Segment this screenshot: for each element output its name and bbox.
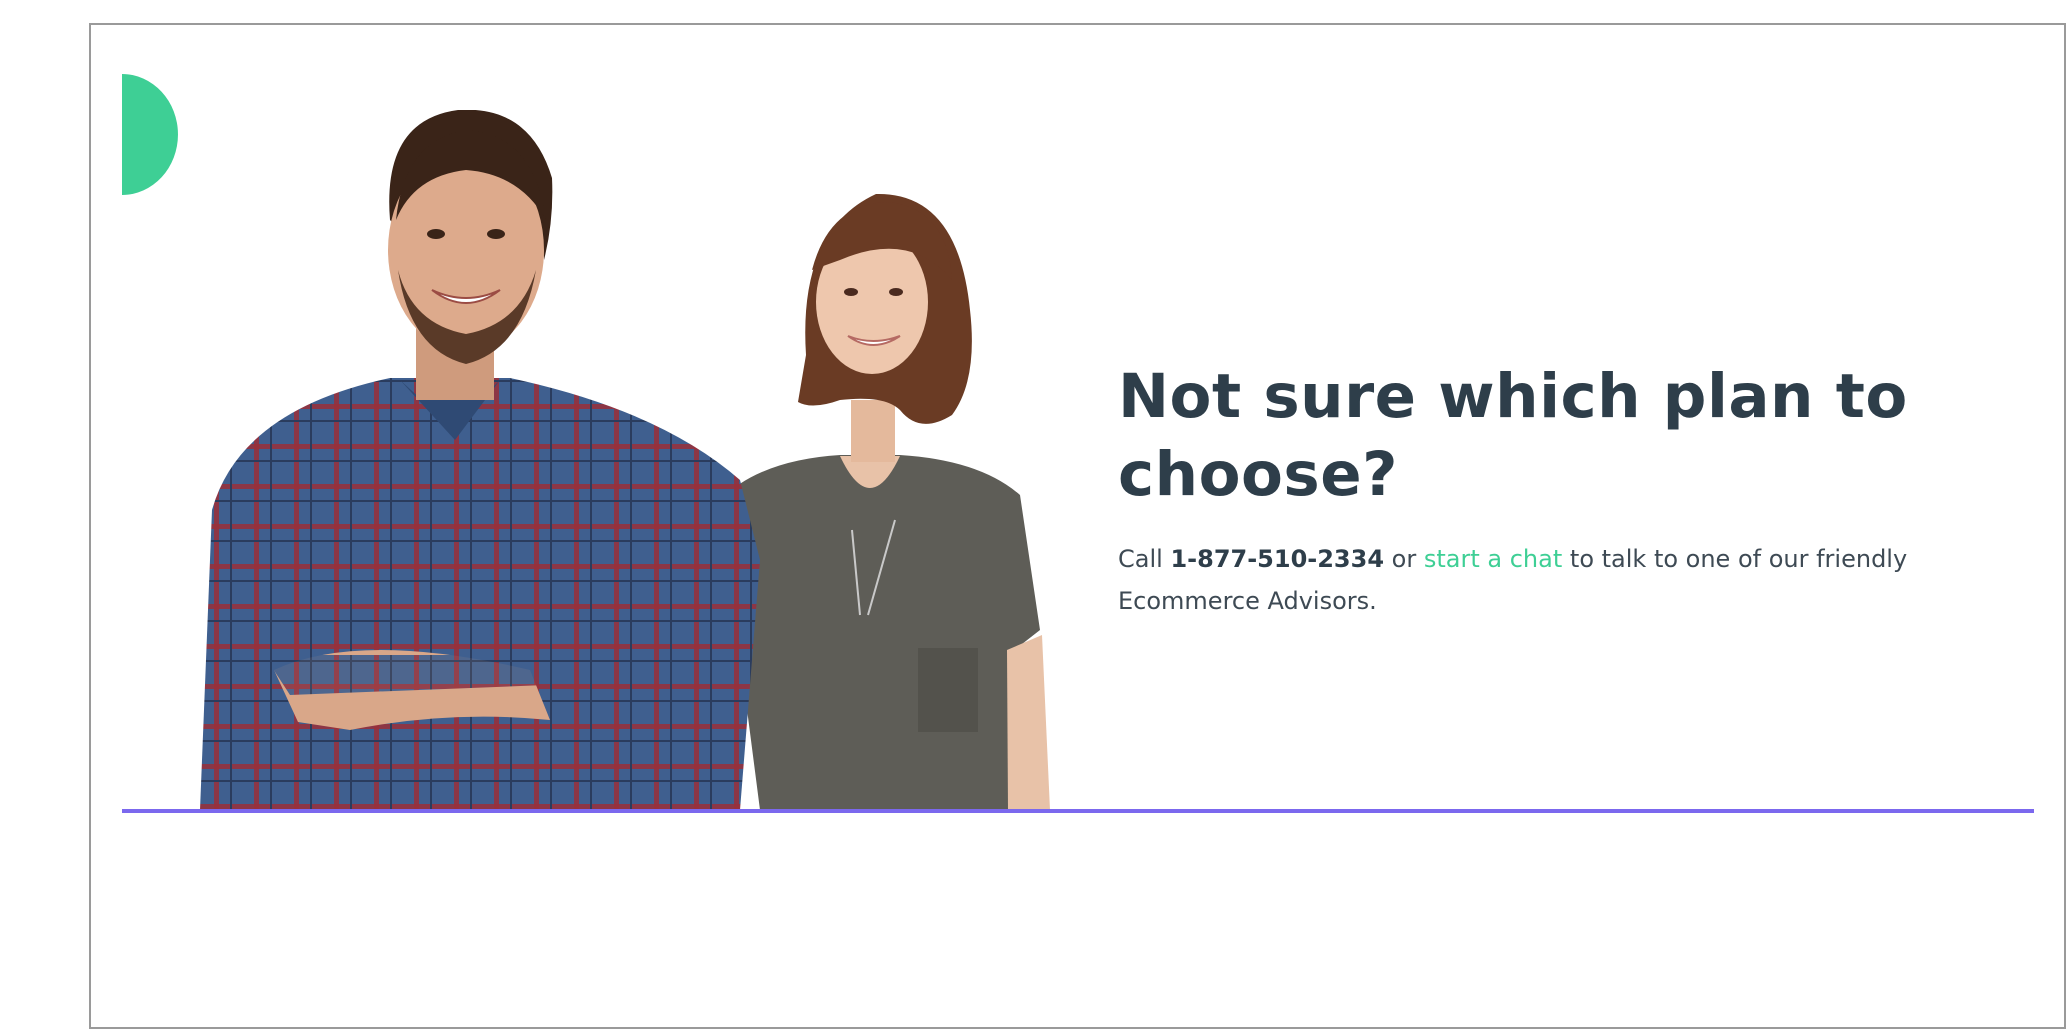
hero-body-text: Call 1-877-510-2334 or start a chat to t… [1118, 538, 1998, 622]
hero-content: Not sure which plan to choose? Call 1-87… [1118, 358, 1998, 622]
purple-divider-line [122, 809, 2034, 813]
call-prefix: Call [1118, 545, 1163, 573]
brand-half-circle-icon [122, 74, 178, 195]
connector-text: or [1391, 545, 1417, 573]
hero-people-image [200, 110, 1050, 810]
phone-number: 1-877-510-2334 [1170, 545, 1385, 573]
start-chat-link[interactable]: start a chat [1424, 545, 1562, 573]
man-figure [200, 110, 760, 810]
woman-figure [720, 193, 1050, 810]
hero-headline: Not sure which plan to choose? [1118, 361, 1908, 510]
